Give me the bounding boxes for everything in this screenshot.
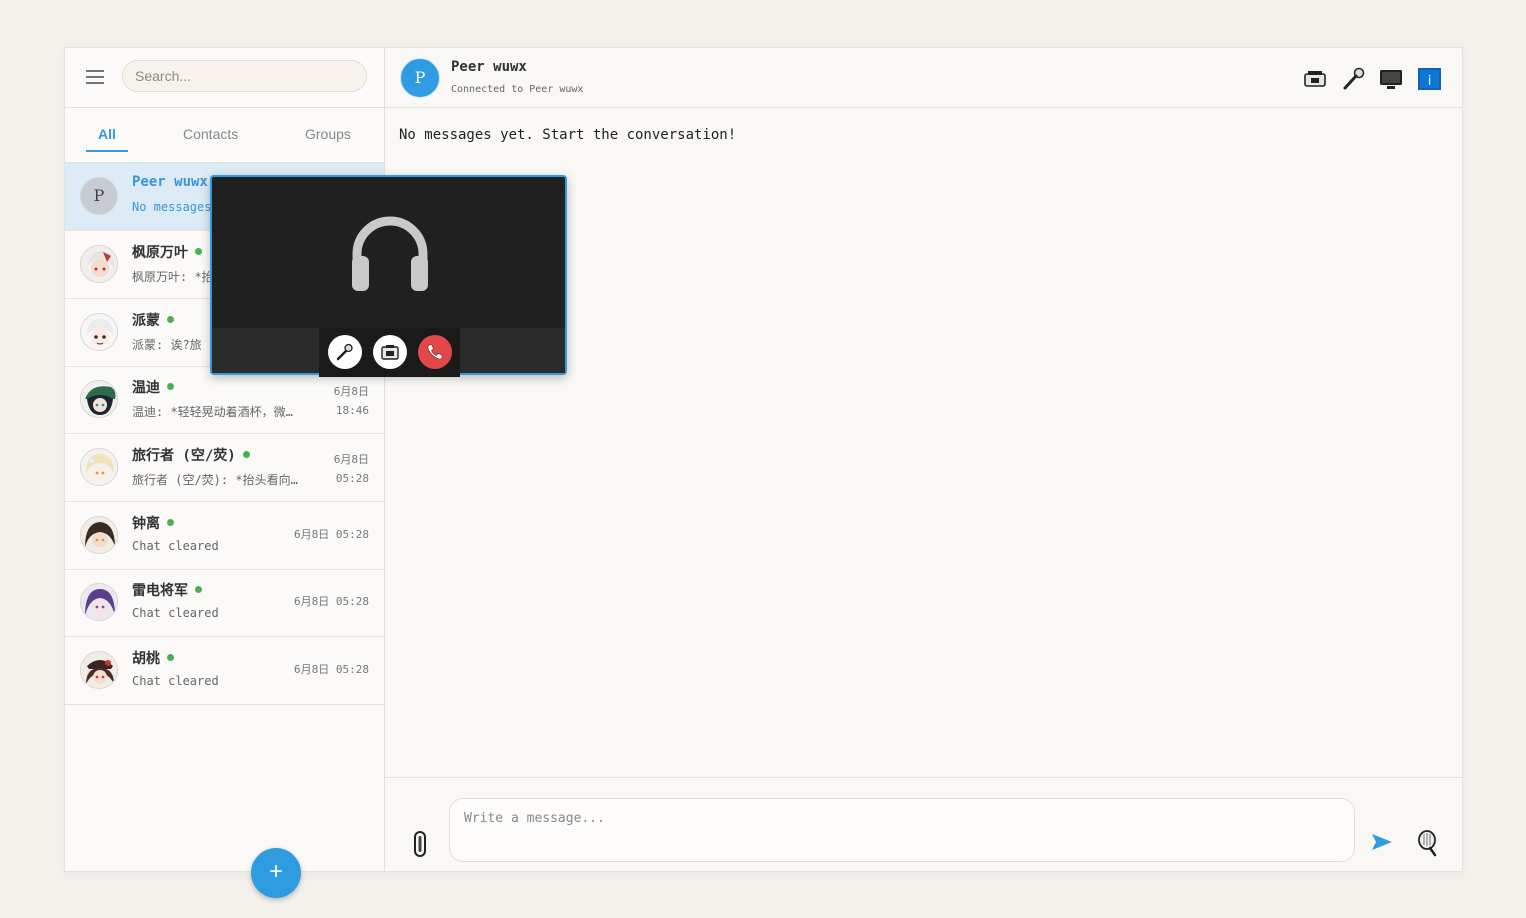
voice-message-microphone-icon[interactable] <box>1416 829 1438 857</box>
online-status-dot <box>167 316 174 323</box>
avatar <box>80 380 118 418</box>
chat-timestamp: 6月8日 05:28 <box>294 595 369 608</box>
call-camera-button[interactable] <box>373 335 407 369</box>
chat-name: 胡桃 <box>132 648 174 668</box>
avatar <box>80 448 118 486</box>
chat-preview: 旅行者 (空/荧): *抬头看向… <box>132 473 298 487</box>
info-icon[interactable]: i <box>1417 66 1443 92</box>
connection-status: Connected to Peer wuwx <box>451 84 584 95</box>
call-controls-bar <box>212 328 565 377</box>
online-status-dot <box>195 248 202 255</box>
tab-contacts[interactable]: Contacts <box>183 126 238 142</box>
online-status-dot <box>195 586 202 593</box>
headphones-icon <box>352 216 428 291</box>
chat-timestamp: 6月8日 18:46 <box>333 385 369 417</box>
chat-preview: 温迪: *轻轻晃动着酒杯，微… <box>132 405 293 419</box>
chat-name: 派蒙 <box>132 310 174 330</box>
online-status-dot <box>242 451 250 458</box>
hamburger-menu-icon[interactable] <box>85 67 107 87</box>
paperclip-icon[interactable] <box>412 830 428 858</box>
chat-item-hutao[interactable]: 胡桃 Chat cleared 6月8日 05:28 <box>65 637 384 705</box>
microphone-icon[interactable] <box>1341 66 1367 92</box>
chat-timestamp: 6月8日 05:28 <box>294 663 369 676</box>
message-input[interactable] <box>449 798 1355 862</box>
tab-all[interactable]: All <box>98 126 116 142</box>
chat-item-traveler[interactable]: 旅行者 (空/荧) 旅行者 (空/荧): *抬头看向… 6月8日 05:28 <box>65 434 384 502</box>
chat-title: Peer wuwx <box>451 59 527 75</box>
avatar <box>80 651 118 689</box>
tab-groups[interactable]: Groups <box>305 126 351 142</box>
new-chat-button[interactable]: + <box>251 848 301 898</box>
call-controls <box>319 328 460 377</box>
app-window: All Contacts Groups P Peer wuwx No messa… <box>64 47 1463 898</box>
online-status-dot <box>167 519 174 526</box>
chat-name: 旅行者 (空/荧) <box>132 445 250 465</box>
chat-item-zhongli[interactable]: 钟离 Chat cleared 6月8日 05:28 <box>65 502 384 570</box>
chat-name: 雷电将军 <box>132 580 202 600</box>
online-status-dot <box>167 383 174 390</box>
sidebar-header <box>65 48 384 108</box>
chat-preview: Chat cleared <box>132 674 219 688</box>
sidebar: All Contacts Groups P Peer wuwx No messa… <box>65 48 385 871</box>
chat-preview: Chat cleared <box>132 539 219 553</box>
avatar <box>80 245 118 283</box>
online-status-dot <box>167 654 174 661</box>
avatar: P <box>400 58 440 98</box>
avatar <box>80 313 118 351</box>
chat-timestamp: 6月8日 05:28 <box>294 528 369 541</box>
avatar <box>80 516 118 554</box>
avatar: P <box>80 177 118 215</box>
hang-up-button[interactable] <box>418 335 452 369</box>
search-input[interactable] <box>122 60 367 92</box>
chat-name: Peer wuwx <box>132 174 208 190</box>
send-icon[interactable] <box>1371 833 1393 851</box>
chat-filter-tabs: All Contacts Groups <box>65 108 384 163</box>
chat-name: 温迪 <box>132 377 174 397</box>
chat-item-raiden[interactable]: 雷电将军 Chat cleared 6月8日 05:28 <box>65 569 384 637</box>
camera-icon <box>381 345 399 360</box>
video-camera-icon[interactable] <box>1303 66 1329 92</box>
avatar <box>80 583 118 621</box>
message-composer <box>385 777 1462 872</box>
screen-share-icon[interactable] <box>1378 66 1404 92</box>
call-mute-button[interactable] <box>328 335 362 369</box>
chat-header: P Peer wuwx Connected to Peer wuwx i <box>385 48 1462 108</box>
chat-name: 钟离 <box>132 513 174 533</box>
call-popup[interactable] <box>210 175 567 377</box>
chat-main: P Peer wuwx Connected to Peer wuwx i No … <box>385 48 1462 871</box>
svg-text:i: i <box>1428 74 1432 89</box>
chat-name: 枫原万叶 <box>132 242 202 262</box>
hangup-phone-icon <box>427 344 443 360</box>
microphone-icon <box>336 343 353 361</box>
chat-timestamp: 6月8日 05:28 <box>333 453 369 485</box>
chat-preview: Chat cleared <box>132 606 219 620</box>
active-tab-indicator <box>86 150 128 152</box>
empty-conversation-message: No messages yet. Start the conversation! <box>399 127 737 143</box>
